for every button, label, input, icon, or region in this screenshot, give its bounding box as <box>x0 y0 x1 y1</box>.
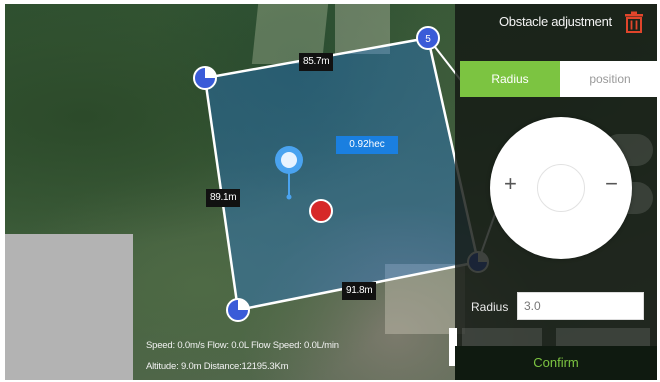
status-line-2: Altitude: 9.0m Distance:12195.3Km <box>146 361 289 372</box>
panel-title: Obstacle adjustment <box>499 14 612 29</box>
tab-position[interactable]: position <box>560 61 660 97</box>
trash-icon[interactable] <box>624 11 644 33</box>
edge-length-top: 85.7m <box>299 53 334 71</box>
increase-button[interactable]: + <box>504 169 517 199</box>
radius-joystick[interactable]: + − <box>490 117 632 259</box>
mode-tabs: Radius position <box>460 61 660 97</box>
hidden-button <box>556 328 650 346</box>
vertex-marker-quadrant <box>205 67 216 78</box>
decrease-button[interactable]: − <box>605 169 618 199</box>
drone-position-marker[interactable] <box>309 199 333 223</box>
obstacle-pin-center <box>281 152 297 168</box>
joystick-center[interactable] <box>537 164 585 212</box>
obstacle-pin-base <box>286 194 292 200</box>
hidden-button <box>462 328 542 346</box>
edge-length-left: 89.1m <box>206 189 241 207</box>
radius-label: Radius <box>471 300 509 314</box>
field-polygon[interactable] <box>203 36 480 312</box>
area-label: 0.92hec <box>336 136 398 154</box>
status-line-1: Speed: 0.0m/s Flow: 0.0L Flow Speed: 0.0… <box>146 340 339 351</box>
edge-length-bottom: 91.8m <box>342 282 377 300</box>
vertex-number: 5 <box>425 34 431 45</box>
confirm-button[interactable]: Confirm <box>455 346 657 380</box>
radius-input[interactable] <box>517 292 644 320</box>
tab-radius[interactable]: Radius <box>460 61 560 97</box>
